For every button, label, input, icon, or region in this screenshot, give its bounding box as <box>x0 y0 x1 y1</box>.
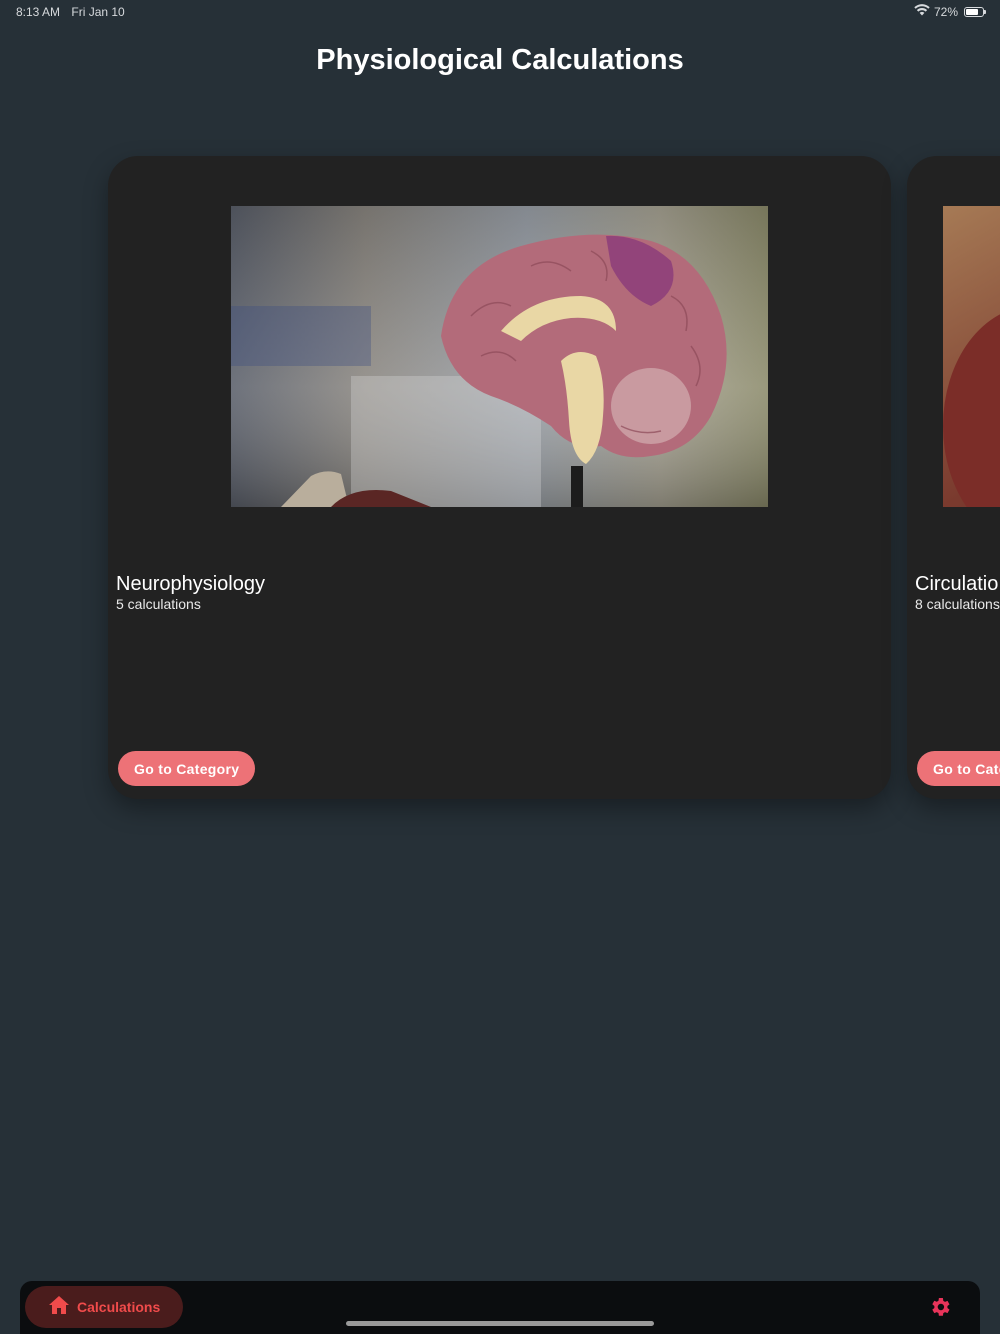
nav-tab-label: Calculations <box>77 1299 161 1315</box>
status-time: 8:13 AM <box>16 5 61 19</box>
battery-level <box>966 8 978 15</box>
status-left: 8:13 AM Fri Jan 10 <box>16 5 125 19</box>
bottom-navigation: Calculations <box>20 1281 980 1334</box>
category-name: Neurophysiology <box>116 573 265 595</box>
status-date: Fri Jan 10 <box>71 5 125 19</box>
wifi-icon <box>914 4 930 19</box>
gear-icon <box>928 1298 952 1323</box>
battery-icon <box>964 6 986 17</box>
go-to-category-button[interactable]: Go to Cate <box>917 751 1000 786</box>
settings-button[interactable] <box>928 1295 952 1319</box>
brain-model-image <box>231 206 768 507</box>
status-bar: 8:13 AM Fri Jan 10 72% <box>0 0 1000 24</box>
category-card-circulation[interactable]: Circulatio 8 calculations Go to Cate <box>907 156 1000 799</box>
go-to-category-button[interactable]: Go to Category <box>118 751 256 786</box>
page-title: Physiological Calculations <box>316 44 684 76</box>
status-right: 72% <box>914 4 986 19</box>
nav-tab-calculations[interactable]: Calculations <box>25 1286 183 1328</box>
category-carousel[interactable]: Neurophysiology 5 calculations Go to Cat… <box>0 156 1000 816</box>
battery-percent: 72% <box>933 4 958 19</box>
category-card-neurophysiology[interactable]: Neurophysiology 5 calculations Go to Cat… <box>108 156 891 799</box>
heart-model-image <box>943 206 1000 507</box>
category-name: Circulatio <box>915 573 999 595</box>
category-count: 8 calculations <box>915 596 1000 612</box>
category-count: 5 calculations <box>116 596 201 612</box>
home-indicator <box>346 1321 654 1326</box>
app-screen: 8:13 AM Fri Jan 10 72% Physiological Cal… <box>0 0 1000 1334</box>
home-icon <box>49 1295 69 1319</box>
